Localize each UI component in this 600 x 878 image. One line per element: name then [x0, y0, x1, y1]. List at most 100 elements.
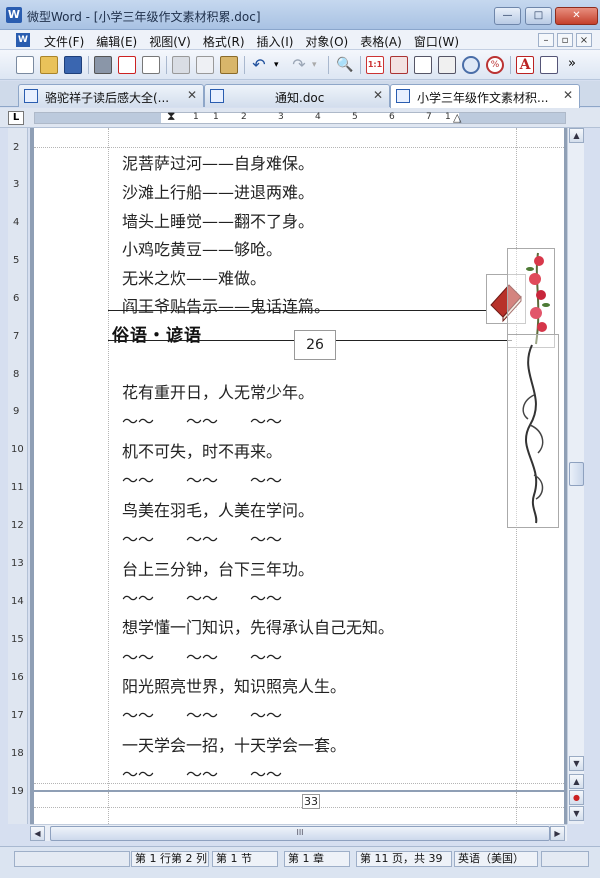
export-pdf-icon[interactable]: [118, 56, 136, 74]
status-section: 第 1 节: [212, 851, 278, 867]
scroll-left-button[interactable]: ◀: [30, 826, 45, 841]
cut-icon[interactable]: [172, 56, 190, 74]
browse-object-button[interactable]: ●: [569, 790, 584, 805]
page-width-icon[interactable]: [390, 56, 408, 74]
text-line[interactable]: 泥菩萨过河——自身难保。: [122, 150, 314, 174]
text-line[interactable]: 墙头上睡觉——翻不了身。: [122, 208, 314, 232]
tab-notice[interactable]: 通知.doc ✕: [204, 84, 390, 107]
vruler-number: 17: [11, 710, 24, 721]
right-indent-marker-icon[interactable]: △: [453, 111, 461, 124]
menu-view[interactable]: 视图(V): [143, 33, 197, 50]
text-line[interactable]: ～～ ～～ ～～: [122, 526, 282, 550]
toolbar-more-icon[interactable]: »: [568, 56, 586, 74]
print-preview-icon[interactable]: [142, 56, 160, 74]
redo-dropdown-icon[interactable]: ▾: [312, 56, 322, 74]
status-bar: 第 1 行第 2 列 第 1 节 第 1 章 第 11 页，共 39 英语（美国…: [0, 846, 600, 878]
tab-close-icon[interactable]: ✕: [563, 88, 573, 102]
actual-size-icon[interactable]: 1:1: [366, 56, 384, 74]
text-line[interactable]: ～～ ～～ ～～: [122, 408, 282, 432]
page-number-footer[interactable]: 33: [302, 794, 320, 809]
horizontal-scrollbar[interactable]: ◀ III ▶: [30, 824, 567, 841]
menu-file[interactable]: 文件(F): [38, 33, 90, 50]
tab-close-icon[interactable]: ✕: [187, 88, 197, 102]
indent-marker-icon[interactable]: ⧗: [167, 109, 175, 124]
redo-icon[interactable]: ↷: [290, 56, 308, 74]
scroll-up-button[interactable]: ▲: [569, 128, 584, 143]
maximize-button[interactable]: □: [525, 7, 552, 25]
scroll-down-button[interactable]: ▼: [569, 756, 584, 771]
doc-restore-button[interactable]: ▫: [557, 33, 573, 47]
find-icon[interactable]: 🔍: [336, 56, 354, 74]
print-icon[interactable]: [94, 56, 112, 74]
scroll-right-button[interactable]: ▶: [550, 826, 565, 841]
open-folder-icon[interactable]: [40, 56, 58, 74]
horizontal-ruler[interactable]: L ⧗ 1 1 2 3 4 5 6 7 1 △: [0, 108, 600, 128]
text-line[interactable]: ～～ ～～ ～～: [122, 467, 282, 491]
text-line[interactable]: 台上三分钟，台下三年功。: [122, 556, 314, 580]
close-button[interactable]: ✕: [555, 7, 598, 25]
text-line[interactable]: 阳光照亮世界，知识照亮人生。: [122, 673, 346, 697]
toolbar-separator: [166, 56, 167, 74]
ruler-strip[interactable]: ⧗ 1 1 2 3 4 5 6 7 1 △: [34, 109, 566, 124]
document-area[interactable]: 泥菩萨过河——自身难保。 沙滩上行船——进退两难。 墙头上睡觉——翻不了身。 小…: [30, 128, 567, 824]
menu-format[interactable]: 格式(R): [197, 33, 251, 50]
text-line[interactable]: 无米之炊——难做。: [122, 265, 266, 289]
menu-insert[interactable]: 插入(I): [251, 33, 300, 50]
status-language[interactable]: 英语（美国）: [454, 851, 538, 867]
section-heading[interactable]: 俗语・谚语: [112, 321, 202, 346]
window-title: 微型Word - [小学三年级作文素材积累.doc]: [27, 10, 261, 24]
text-line[interactable]: ～～ ～～ ～～: [122, 761, 282, 785]
new-document-icon[interactable]: [16, 56, 34, 74]
text-line[interactable]: 阎王爷贴告示——鬼话连篇。: [122, 293, 330, 317]
single-page-icon[interactable]: [414, 56, 432, 74]
text-line[interactable]: 小鸡吃黄豆——够呛。: [122, 236, 282, 260]
document-tabs: 骆驼祥子读后感大全(... ✕ 通知.doc ✕ 小学三年级作文素材积... ✕: [0, 81, 600, 108]
text-line[interactable]: ～～ ～～ ～～: [122, 702, 282, 726]
menu-edit[interactable]: 编辑(E): [90, 33, 143, 50]
copy-icon[interactable]: [196, 56, 214, 74]
vertical-scroll-thumb[interactable]: [569, 462, 584, 486]
undo-dropdown-icon[interactable]: ▾: [274, 56, 284, 74]
text-line[interactable]: 花有重开日，人无常少年。: [122, 379, 314, 403]
minimize-button[interactable]: —: [494, 7, 521, 25]
text-line[interactable]: ～～ ～～ ～～: [122, 585, 282, 609]
text-line[interactable]: 机不可失，时不再来。: [122, 438, 282, 462]
ornament-image-frame[interactable]: [507, 334, 559, 528]
document-page[interactable]: 泥菩萨过河——自身难保。 沙滩上行船——进退两难。 墙头上睡觉——翻不了身。 小…: [34, 128, 564, 790]
menu-table[interactable]: 表格(A): [354, 33, 408, 50]
text-line[interactable]: 沙滩上行船——进退两难。: [122, 179, 314, 203]
format-icon[interactable]: [540, 56, 558, 74]
zoom-icon[interactable]: [462, 56, 480, 74]
doc-minimize-button[interactable]: –: [538, 33, 554, 47]
flower-image-frame[interactable]: [507, 248, 555, 348]
top-margin-guide: [34, 807, 564, 808]
ruler-number: 4: [315, 112, 321, 122]
percent-zoom-icon[interactable]: %: [486, 56, 504, 74]
tab-composition-material[interactable]: 小学三年级作文素材积... ✕: [390, 84, 580, 108]
doc-menu-icon[interactable]: W: [16, 33, 30, 47]
doc-close-button[interactable]: ×: [576, 33, 592, 47]
menu-object[interactable]: 对象(O): [299, 33, 354, 50]
font-color-icon[interactable]: A: [516, 56, 534, 74]
text-line[interactable]: ～～ ～～ ～～: [122, 644, 282, 668]
next-page-header[interactable]: 33: [34, 792, 564, 824]
vertical-scrollbar[interactable]: ▲ ▼ ▲ ● ▼: [567, 128, 584, 824]
next-page-button[interactable]: ▼: [569, 806, 584, 821]
menu-window[interactable]: 窗口(W): [408, 33, 465, 50]
paste-icon[interactable]: [220, 56, 238, 74]
right-margin-guide: [516, 792, 517, 824]
toolbar-separator: [328, 56, 329, 74]
horizontal-scroll-thumb[interactable]: III: [50, 826, 550, 841]
tab-camel-xiangzi[interactable]: 骆驼祥子读后感大全(... ✕: [18, 84, 204, 107]
undo-icon[interactable]: ↶: [250, 56, 268, 74]
tab-close-icon[interactable]: ✕: [373, 88, 383, 102]
previous-page-button[interactable]: ▲: [569, 774, 584, 789]
text-line[interactable]: 一天学会一招，十天学会一套。: [122, 732, 346, 756]
page-number-box[interactable]: 26: [294, 330, 336, 360]
two-page-icon[interactable]: [438, 56, 456, 74]
text-line[interactable]: 想学懂一门知识，先得承认自己无知。: [122, 614, 394, 638]
save-icon[interactable]: [64, 56, 82, 74]
tab-stop-selector[interactable]: L: [8, 111, 24, 125]
text-line[interactable]: 鸟美在羽毛，人美在学问。: [122, 497, 314, 521]
vertical-ruler[interactable]: 2 3 4 5 6 7 8 9 10 11 12 13 14 15 16 17 …: [8, 128, 28, 824]
